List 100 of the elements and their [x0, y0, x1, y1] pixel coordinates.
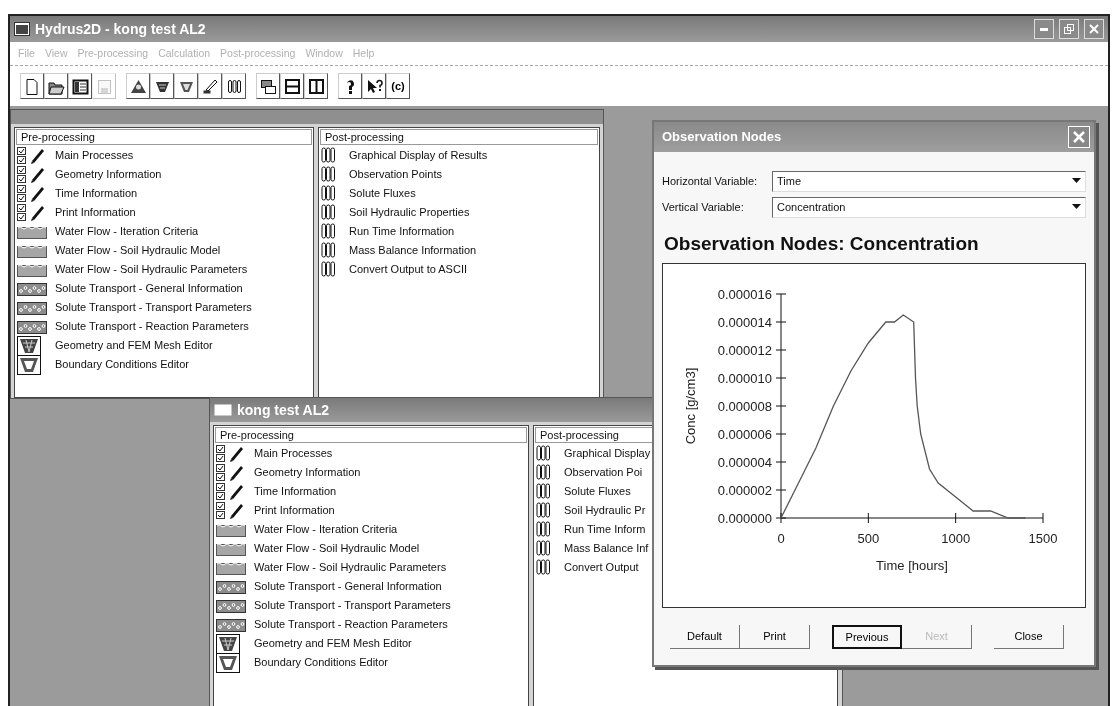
list-item[interactable]: Water Flow - Soil Hydraulic Model [252, 540, 422, 557]
list-item[interactable]: Water Flow - Soil Hydraulic Parameters [252, 559, 449, 576]
toolbar-button[interactable] [256, 73, 280, 99]
test-tubes-icon [536, 483, 552, 500]
tick-label: 1500 [1028, 530, 1058, 546]
trapezoid-icon [17, 354, 41, 375]
tick-label: 0.000006 [717, 426, 772, 442]
dialog-button[interactable]: Close [994, 625, 1064, 649]
list-item[interactable]: Run Time Information [347, 223, 457, 240]
solute-icon [216, 598, 246, 613]
toolbar-button[interactable] [362, 73, 386, 99]
column-header[interactable]: Pre-processing [215, 427, 527, 443]
column-header[interactable]: Post-processing [320, 129, 598, 145]
water-icon [216, 522, 246, 537]
trapezoid-icon [216, 652, 240, 673]
list-item[interactable]: Solute Transport - Transport Parameters [53, 299, 254, 316]
test-tubes-icon [536, 521, 552, 538]
toolbar-button[interactable] [174, 73, 198, 99]
tile-horizontal-icon [283, 77, 301, 95]
list-item[interactable]: Graphical Display [562, 445, 653, 462]
list-item[interactable]: Water Flow - Iteration Criteria [53, 223, 201, 240]
test-tubes-icon [321, 261, 337, 278]
tick-label: 0.000004 [717, 454, 772, 470]
list-item[interactable]: Water Flow - Soil Hydraulic Model [53, 242, 223, 259]
list-item[interactable]: Mass Balance Information [347, 242, 479, 259]
toolbar-button[interactable] [304, 73, 328, 99]
toolbar-button[interactable] [150, 73, 174, 99]
list-item[interactable]: Solute Fluxes [562, 483, 633, 500]
list-item[interactable]: Solute Fluxes [347, 185, 418, 202]
list-item[interactable]: Graphical Display of Results [347, 147, 490, 164]
list-item[interactable]: Geometry Information [252, 464, 363, 481]
dialog-button[interactable]: Previous [832, 625, 902, 649]
pencil-icon [228, 482, 244, 501]
list-item[interactable]: Water Flow - Soil Hydraulic Parameters [53, 261, 250, 278]
water-icon [216, 541, 246, 556]
list-item[interactable]: Print Information [252, 502, 337, 519]
list-item[interactable]: Convert Output to ASCII [347, 261, 469, 278]
tick-label: 500 [857, 530, 880, 546]
minimize-button[interactable] [1034, 19, 1054, 39]
tick-label: 1000 [941, 530, 971, 546]
tick-label: 0.000008 [717, 398, 772, 414]
pencil-icon [29, 146, 45, 165]
toolbar-button[interactable] [68, 73, 92, 99]
chart-title: Observation Nodes: Concentration [664, 232, 980, 256]
list-item[interactable]: Run Time Inform [562, 521, 648, 538]
mesh-icon [216, 633, 240, 654]
minimize-icon [1040, 27, 1048, 31]
list-item[interactable]: Water Flow - Iteration Criteria [252, 521, 400, 538]
dialog-button[interactable]: Print [740, 625, 810, 649]
caret-icon [1072, 178, 1081, 184]
dropdown[interactable]: Time [772, 170, 1086, 192]
list-item[interactable]: Solute Transport - Reaction Parameters [252, 616, 450, 633]
list-item[interactable]: Geometry Information [53, 166, 164, 183]
list-item[interactable]: Soil Hydraulic Properties [347, 204, 472, 221]
restore-icon [1063, 23, 1075, 35]
test-tubes-icon [321, 204, 337, 221]
dropdown[interactable]: Concentration [772, 196, 1086, 218]
close-button[interactable] [1084, 19, 1104, 39]
toolbar-button[interactable] [222, 73, 246, 99]
water-icon [17, 224, 47, 239]
new-file-icon [23, 77, 41, 95]
tick-label: 0.000014 [717, 314, 772, 330]
list-item[interactable]: Solute Transport - Reaction Parameters [53, 318, 251, 335]
list-item[interactable]: Soil Hydraulic Pr [562, 502, 648, 519]
toolbar-button[interactable]: (c) [386, 73, 410, 99]
toolbar-button[interactable] [338, 73, 362, 99]
list-item[interactable]: Main Processes [252, 445, 335, 462]
tick-label: 0.000010 [717, 370, 772, 386]
tick-label: 0 [777, 530, 785, 546]
list-item[interactable]: Print Information [53, 204, 138, 221]
toolbar-button[interactable] [280, 73, 304, 99]
list-item[interactable]: Observation Poi [562, 464, 645, 481]
list-item[interactable]: Solute Transport - General Information [252, 578, 444, 595]
list-item[interactable]: Time Information [252, 483, 339, 500]
dialog-title: Observation Nodes [662, 128, 782, 147]
pyramid-icon [129, 77, 147, 95]
list-item[interactable]: Solute Transport - General Information [53, 280, 245, 297]
list-item[interactable]: Solute Transport - Transport Parameters [252, 597, 453, 614]
toolbar-button[interactable] [126, 73, 150, 99]
column-header[interactable]: Pre-processing [16, 129, 312, 145]
test-tubes-icon [536, 559, 552, 576]
list-item[interactable]: Mass Balance Inf [562, 540, 651, 557]
toolbar-button[interactable] [198, 73, 222, 99]
list-item[interactable]: Observation Points [347, 166, 444, 183]
list-item[interactable]: Boundary Conditions Editor [252, 654, 390, 671]
restore-button[interactable] [1059, 19, 1079, 39]
list-item[interactable]: Convert Output [562, 559, 641, 576]
list-item[interactable]: Geometry and FEM Mesh Editor [53, 337, 215, 354]
tick-label: 0.000000 [717, 510, 772, 526]
toolbar-button[interactable] [44, 73, 68, 99]
toolbar-button[interactable] [20, 73, 44, 99]
list-item[interactable]: Boundary Conditions Editor [53, 356, 191, 373]
list-item[interactable]: Geometry and FEM Mesh Editor [252, 635, 414, 652]
list-item[interactable]: Time Information [53, 185, 140, 202]
test-tubes-icon [536, 502, 552, 519]
list-item[interactable]: Main Processes [53, 147, 136, 164]
dialog-button[interactable]: Default [670, 625, 740, 649]
solute-icon [216, 617, 246, 632]
test-tubes-icon [321, 147, 337, 164]
save-icon [95, 77, 113, 95]
